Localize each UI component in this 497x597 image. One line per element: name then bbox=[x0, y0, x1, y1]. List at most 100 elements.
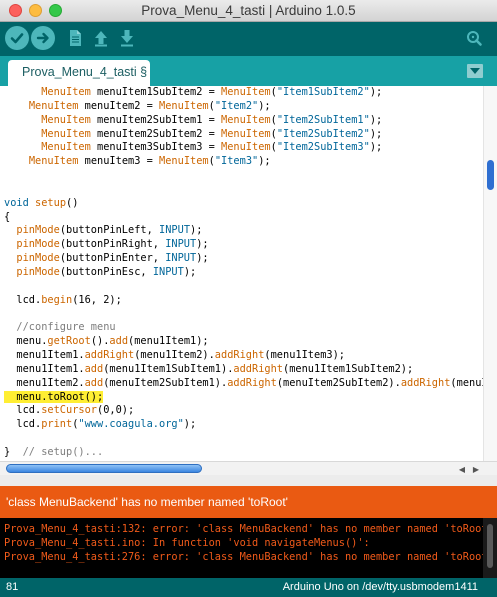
code-line[interactable] bbox=[4, 183, 483, 197]
code-token: (buttonPinLeft, bbox=[59, 224, 160, 237]
code-line[interactable]: pinMode(buttonPinLeft, INPUT); bbox=[4, 224, 483, 238]
code-text[interactable]: MenuItem menuItem1SubItem2 = MenuItem("I… bbox=[4, 86, 483, 460]
code-token: lcd. bbox=[4, 404, 42, 417]
tab-sketch[interactable]: Prova_Menu_4_tasti § bbox=[8, 60, 150, 86]
triangle-down-icon bbox=[470, 68, 480, 74]
tab-menu-button[interactable] bbox=[467, 64, 483, 78]
code-line[interactable]: menu1Item1.addRight(menu1Item2).addRight… bbox=[4, 349, 483, 363]
code-line[interactable]: lcd.begin(16, 2); bbox=[4, 294, 483, 308]
code-token: (16, 2); bbox=[72, 293, 122, 306]
console-scroll-thumb[interactable] bbox=[487, 524, 493, 568]
board-port-label: Arduino Uno on /dev/tty.usbmodem1411 bbox=[282, 581, 478, 593]
code-token: (menuItem2SubItem1). bbox=[103, 376, 228, 389]
code-line[interactable]: menu.toRoot(); bbox=[4, 390, 483, 405]
code-line[interactable]: MenuItem menuItem2 = MenuItem("Item2"); bbox=[4, 100, 483, 114]
code-token: addRight bbox=[214, 349, 265, 362]
code-token: ); bbox=[369, 113, 383, 126]
error-message: 'class MenuBackend' has no member named … bbox=[6, 495, 288, 509]
code-token: menuItem3 = bbox=[78, 155, 160, 168]
editor-horizontal-scroll-thumb[interactable] bbox=[6, 464, 202, 473]
window-title: Prova_Menu_4_tasti | Arduino 1.0.5 bbox=[141, 3, 356, 18]
code-token: MenuItem bbox=[41, 86, 91, 98]
arrow-right-icon bbox=[36, 32, 49, 44]
code-token: ); bbox=[190, 224, 203, 237]
console-output[interactable]: Prova_Menu_4_tasti:132: error: 'class Me… bbox=[0, 518, 483, 578]
code-token: (menu1Item1SubItem2); bbox=[283, 362, 414, 375]
code-line[interactable]: MenuItem menuItem2SubItem2 = MenuItem("I… bbox=[4, 128, 483, 142]
code-line[interactable]: pinMode(buttonPinEnter, INPUT); bbox=[4, 252, 483, 266]
save-sketch-button[interactable] bbox=[115, 26, 139, 50]
editor-vertical-scroll-thumb[interactable] bbox=[487, 160, 494, 190]
code-token: lcd. bbox=[4, 293, 42, 306]
code-line[interactable]: menu1Item2.add(menuItem2SubItem1).addRig… bbox=[4, 377, 483, 391]
editor-horizontal-scrollbar[interactable]: ◀ ▶ bbox=[0, 461, 497, 475]
code-token: INPUT bbox=[152, 265, 184, 278]
title-bar: Prova_Menu_4_tasti | Arduino 1.0.5 bbox=[0, 0, 497, 22]
console-text: Prova_Menu_4_tasti:132: error: 'class Me… bbox=[4, 523, 483, 564]
code-line[interactable]: { bbox=[4, 211, 483, 225]
code-line[interactable]: MenuItem menuItem1SubItem2 = MenuItem("I… bbox=[4, 86, 483, 100]
code-line[interactable] bbox=[4, 308, 483, 322]
code-line[interactable] bbox=[4, 169, 483, 183]
code-token: menuItem3SubItem3 = bbox=[90, 141, 221, 154]
checkmark-icon bbox=[10, 33, 24, 44]
code-line[interactable]: lcd.print("www.coagula.org"); bbox=[4, 418, 483, 432]
code-line[interactable]: pinMode(buttonPinRight, INPUT); bbox=[4, 238, 483, 252]
code-token: { bbox=[4, 210, 11, 223]
code-token: menuItem2 = bbox=[78, 99, 160, 112]
code-token: (0,0); bbox=[97, 404, 135, 417]
console-scrollbar[interactable] bbox=[483, 518, 497, 578]
code-token: MenuItem bbox=[41, 113, 91, 126]
code-token: MenuItem bbox=[159, 155, 209, 168]
code-line[interactable]: //configure menu bbox=[4, 321, 483, 335]
code-token: menu1Item2. bbox=[4, 376, 85, 389]
code-line[interactable]: MenuItem menuItem3 = MenuItem("Item3"); bbox=[4, 155, 483, 169]
code-line[interactable]: MenuItem menuItem3SubItem3 = MenuItem("I… bbox=[4, 141, 483, 155]
tab-strip: Prova_Menu_4_tasti § bbox=[0, 56, 497, 86]
code-token: ); bbox=[196, 252, 209, 265]
code-token: pinMode bbox=[16, 252, 60, 265]
code-token: (buttonPinRight, bbox=[59, 238, 166, 251]
code-line[interactable] bbox=[4, 280, 483, 294]
code-token: "Item2SubItem2" bbox=[276, 127, 370, 140]
code-token: "Item2" bbox=[214, 99, 259, 112]
code-token: void bbox=[4, 196, 29, 209]
scroll-right-icon[interactable]: ▶ bbox=[470, 463, 482, 475]
code-token: add bbox=[84, 362, 104, 375]
verify-button[interactable] bbox=[5, 26, 29, 50]
code-token: ); bbox=[196, 238, 209, 251]
code-editor[interactable]: MenuItem menuItem1SubItem2 = MenuItem("I… bbox=[0, 86, 483, 461]
code-token: (menuItem2SubItem2). bbox=[276, 376, 401, 389]
code-token: "Item2SubItem3" bbox=[276, 141, 370, 154]
editor-vertical-scrollbar[interactable] bbox=[483, 86, 497, 461]
code-token: MenuItem bbox=[28, 155, 79, 168]
code-token: MenuItem bbox=[41, 141, 91, 154]
code-token: //configure menu bbox=[16, 321, 116, 334]
code-line[interactable]: menu.getRoot().add(menu1Item1); bbox=[4, 335, 483, 349]
code-line[interactable]: pinMode(buttonPinEsc, INPUT); bbox=[4, 266, 483, 280]
code-token: ); bbox=[258, 155, 271, 168]
arrow-down-icon bbox=[121, 30, 133, 47]
upload-button[interactable] bbox=[31, 26, 55, 50]
code-line[interactable]: menu1Item1.add(menu1Item1SubItem1).addRi… bbox=[4, 363, 483, 377]
code-line[interactable] bbox=[4, 432, 483, 446]
code-token: addRight bbox=[84, 349, 135, 362]
code-token: lcd. bbox=[4, 418, 42, 431]
open-sketch-button[interactable] bbox=[89, 26, 113, 50]
code-line[interactable]: } // setup()... bbox=[4, 446, 483, 460]
code-line[interactable]: MenuItem menuItem2SubItem1 = MenuItem("I… bbox=[4, 114, 483, 128]
serial-monitor-button[interactable] bbox=[462, 26, 486, 50]
code-token: MenuItem bbox=[221, 113, 271, 126]
code-token: add bbox=[109, 335, 129, 348]
scroll-left-icon[interactable]: ◀ bbox=[456, 463, 468, 475]
code-line[interactable]: void setup() bbox=[4, 197, 483, 211]
code-token: } bbox=[4, 445, 23, 458]
code-line[interactable]: lcd.setCursor(0,0); bbox=[4, 404, 483, 418]
code-token: pinMode bbox=[16, 224, 60, 237]
new-sketch-button[interactable] bbox=[63, 26, 87, 50]
